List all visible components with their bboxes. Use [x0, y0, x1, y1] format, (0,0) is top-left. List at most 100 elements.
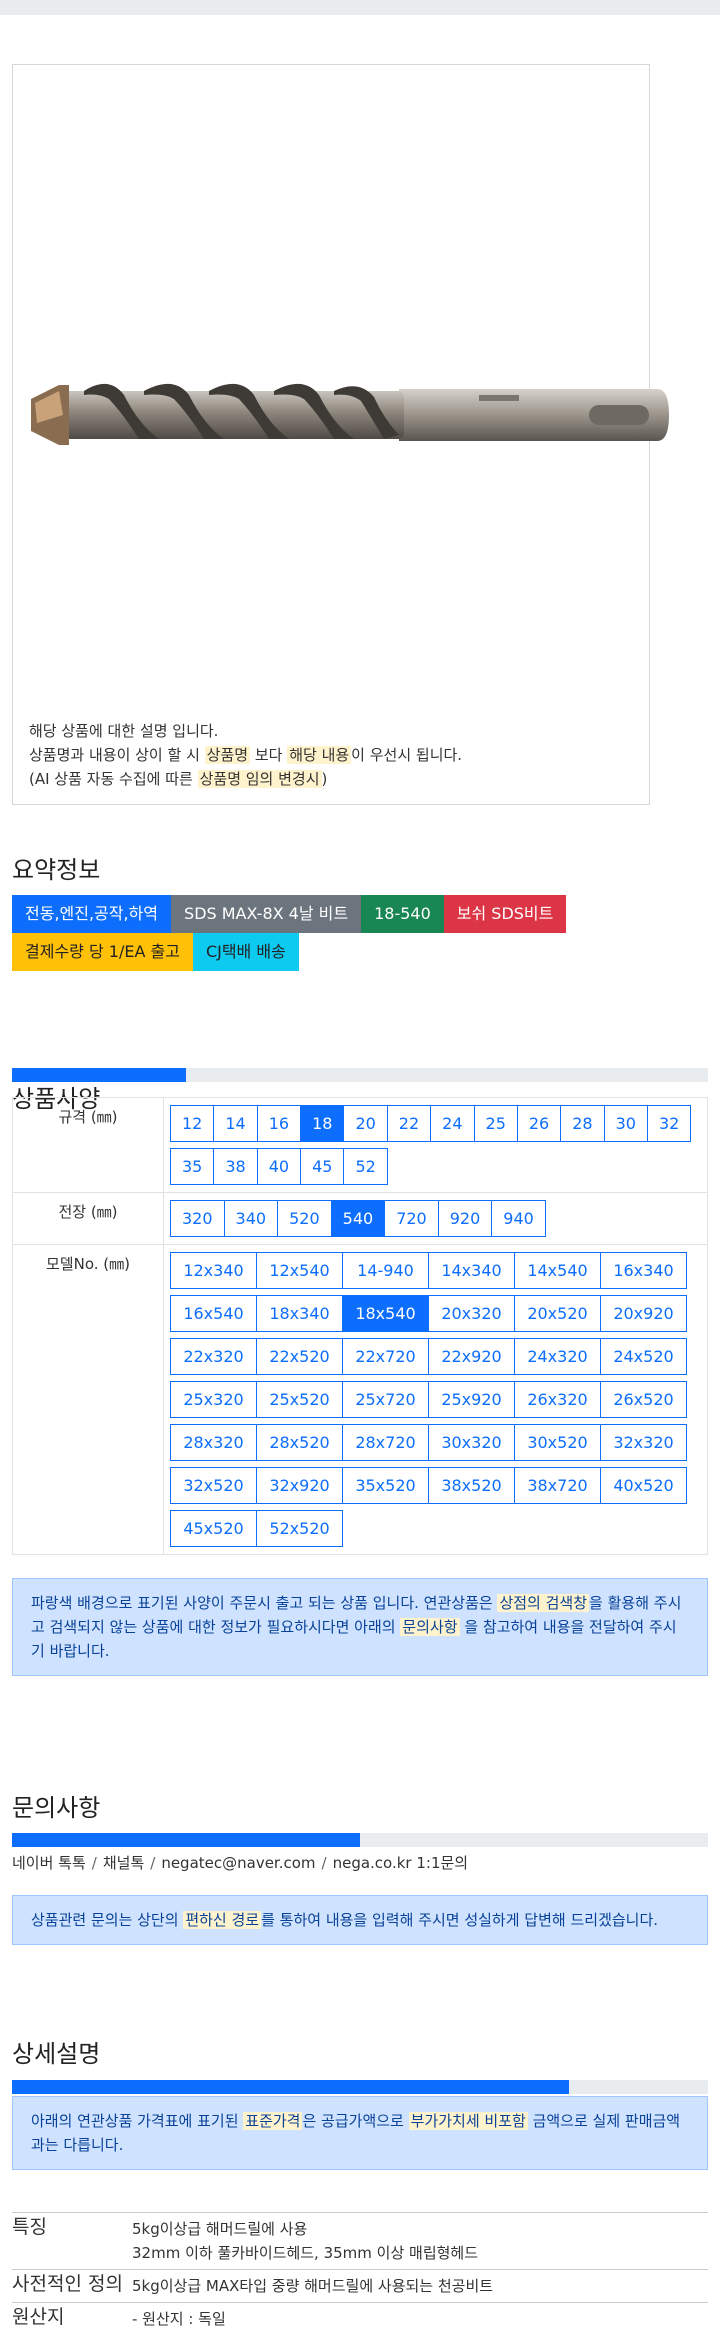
detail-value: 5kg이상급 해머드릴에 사용32mm 이하 풀카바이드헤드, 35mm 이상 …: [132, 2213, 708, 2270]
spec-option-button[interactable]: 30: [604, 1105, 648, 1142]
spec-option-button[interactable]: 45x520: [170, 1510, 257, 1547]
inquiry-progress: [12, 1833, 708, 1847]
spec-option-button[interactable]: 14x340: [428, 1252, 515, 1289]
spec-option-button[interactable]: 20: [343, 1105, 387, 1142]
summary-badge: 보쉬 SDS비트: [444, 895, 567, 933]
spec-option-button[interactable]: 32x520: [170, 1467, 257, 1504]
spec-option-button[interactable]: 14: [213, 1105, 257, 1142]
detail-info-table: 특징5kg이상급 해머드릴에 사용32mm 이하 풀카바이드헤드, 35mm 이…: [12, 2212, 708, 2335]
spec-option-button[interactable]: 45: [300, 1148, 344, 1185]
summary-title: 요약정보: [12, 850, 100, 885]
spec-option-button[interactable]: 25x720: [342, 1381, 429, 1418]
spec-option-button[interactable]: 32: [647, 1105, 691, 1142]
spec-option-button[interactable]: 52: [343, 1148, 387, 1185]
spec-option-button[interactable]: 25x320: [170, 1381, 257, 1418]
spec-option-button[interactable]: 24x520: [600, 1338, 687, 1375]
spec-option-button[interactable]: 22x920: [428, 1338, 515, 1375]
spec-option-button[interactable]: 30x520: [514, 1424, 601, 1461]
spec-option-button[interactable]: 38x720: [514, 1467, 601, 1504]
spec-option-button[interactable]: 25x920: [428, 1381, 515, 1418]
spec-option-button[interactable]: 20x920: [600, 1295, 687, 1332]
spec-row: 모델No. (㎜)12x34012x54014-94014x34014x5401…: [13, 1245, 708, 1555]
spec-option-button[interactable]: 340: [224, 1200, 279, 1237]
spec-option-button[interactable]: 920: [438, 1200, 493, 1237]
spec-option-button[interactable]: 26x320: [514, 1381, 601, 1418]
spec-option-button[interactable]: 720: [384, 1200, 439, 1237]
spec-option-button[interactable]: 20x520: [514, 1295, 601, 1332]
spec-option-button[interactable]: 35x520: [342, 1467, 429, 1504]
spec-option-button[interactable]: 24: [430, 1105, 474, 1142]
product-description: 해당 상품에 대한 설명 입니다. 상품명과 내용이 상이 할 시 상품명 보다…: [29, 719, 462, 791]
detail-row: 특징5kg이상급 해머드릴에 사용32mm 이하 풀카바이드헤드, 35mm 이…: [12, 2213, 708, 2270]
spec-option-button[interactable]: 26: [517, 1105, 561, 1142]
spec-option-button[interactable]: 32x920: [256, 1467, 343, 1504]
spec-option-button[interactable]: 40x520: [600, 1467, 687, 1504]
spec-option-button[interactable]: 12: [170, 1105, 214, 1142]
spec-options: 121416182022242526283032 3538404552: [164, 1098, 708, 1193]
spec-option-button[interactable]: 30x320: [428, 1424, 515, 1461]
summary-badge: 결제수량 당 1/EA 출고: [12, 933, 193, 971]
spec-notice: 파랑색 배경으로 표기된 사양이 주문시 출고 되는 상품 입니다. 연관상품은…: [12, 1578, 708, 1676]
spec-option-button[interactable]: 520: [277, 1200, 332, 1237]
spec-option-button[interactable]: 28x720: [342, 1424, 429, 1461]
spec-option-button[interactable]: 16x540: [170, 1295, 257, 1332]
summary-badge: 18-540: [361, 895, 444, 933]
spec-option-button[interactable]: 22: [387, 1105, 431, 1142]
spec-option-button[interactable]: 22x720: [342, 1338, 429, 1375]
spec-row: 규격 (㎜)1214161820222425262830323538404552: [13, 1098, 708, 1193]
spec-row: 전장 (㎜)320340520540720920940: [13, 1193, 708, 1245]
spec-option-button[interactable]: 320: [170, 1200, 225, 1237]
spec-option-button[interactable]: 40: [257, 1148, 301, 1185]
spec-option-button[interactable]: 18: [300, 1105, 344, 1142]
spec-option-button[interactable]: 540: [331, 1200, 386, 1237]
summary-badge: SDS MAX-8X 4날 비트: [171, 895, 361, 933]
spec-label: 전장 (㎜): [13, 1193, 164, 1245]
spec-option-button[interactable]: 18x540: [342, 1295, 429, 1332]
detail-progress: [12, 2080, 708, 2094]
contact-separator: /: [322, 1854, 327, 1872]
spec-option-button[interactable]: 24x320: [514, 1338, 601, 1375]
notice-text: 아래의 연관상품 가격표에 표기된: [31, 2112, 243, 2130]
highlight-content: 해당 내용: [287, 746, 351, 764]
spec-option-button[interactable]: 22x320: [170, 1338, 257, 1375]
spec-option-button[interactable]: 14-940: [342, 1252, 429, 1289]
spec-option-button[interactable]: 12x540: [256, 1252, 343, 1289]
spec-options: 320340520540720920940: [164, 1193, 708, 1245]
detail-line: - 원산지 : 독일: [132, 2307, 708, 2331]
spec-option-button[interactable]: 28: [560, 1105, 604, 1142]
spec-option-button[interactable]: 35: [170, 1148, 214, 1185]
highlight-vat: 부가가치세 비포함: [409, 2112, 528, 2130]
description-text: 보다: [250, 746, 287, 764]
spec-option-button[interactable]: 16: [257, 1105, 301, 1142]
notice-text: 상품관련 문의는 상단의: [31, 1911, 183, 1929]
contact-link[interactable]: nega.co.kr 1:1문의: [333, 1854, 469, 1872]
detail-line: 5kg이상급 MAX타입 중량 해머드릴에 사용되는 천공비트: [132, 2274, 708, 2298]
contact-link[interactable]: 네이버 톡톡: [12, 1854, 86, 1872]
contact-separator: /: [150, 1854, 155, 1872]
description-text: (AI 상품 자동 수집에 따른: [29, 770, 198, 788]
spec-option-button[interactable]: 18x340: [256, 1295, 343, 1332]
spec-option-button[interactable]: 26x520: [600, 1381, 687, 1418]
spec-options: 12x34012x54014-94014x34014x54016x340 16x5…: [164, 1245, 708, 1555]
spec-option-button[interactable]: 940: [491, 1200, 546, 1237]
spec-option-button[interactable]: 20x320: [428, 1295, 515, 1332]
highlight-standard-price: 표준가격: [243, 2112, 302, 2130]
spec-option-button[interactable]: 38: [213, 1148, 257, 1185]
detail-line: 5kg이상급 해머드릴에 사용: [132, 2217, 708, 2241]
spec-option-button[interactable]: 14x540: [514, 1252, 601, 1289]
inquiry-notice: 상품관련 문의는 상단의 편하신 경로를 통하여 내용을 입력해 주시면 성실하…: [12, 1895, 708, 1945]
spec-option-button[interactable]: 52x520: [256, 1510, 343, 1547]
spec-option-button[interactable]: 25x520: [256, 1381, 343, 1418]
spec-option-button[interactable]: 32x320: [600, 1424, 687, 1461]
spec-option-button[interactable]: 16x340: [600, 1252, 687, 1289]
spec-option-button[interactable]: 25: [474, 1105, 518, 1142]
spec-option-button[interactable]: 22x520: [256, 1338, 343, 1375]
spec-option-button[interactable]: 12x340: [170, 1252, 257, 1289]
spec-option-button[interactable]: 38x520: [428, 1467, 515, 1504]
contact-links: 네이버 톡톡/채널톡/negatec@naver.com/nega.co.kr …: [12, 1852, 468, 1873]
spec-option-button[interactable]: 28x520: [256, 1424, 343, 1461]
highlight-inquiry: 문의사항: [400, 1618, 459, 1636]
contact-link[interactable]: negatec@naver.com: [161, 1854, 315, 1872]
spec-option-button[interactable]: 28x320: [170, 1424, 257, 1461]
contact-link[interactable]: 채널톡: [103, 1854, 144, 1872]
